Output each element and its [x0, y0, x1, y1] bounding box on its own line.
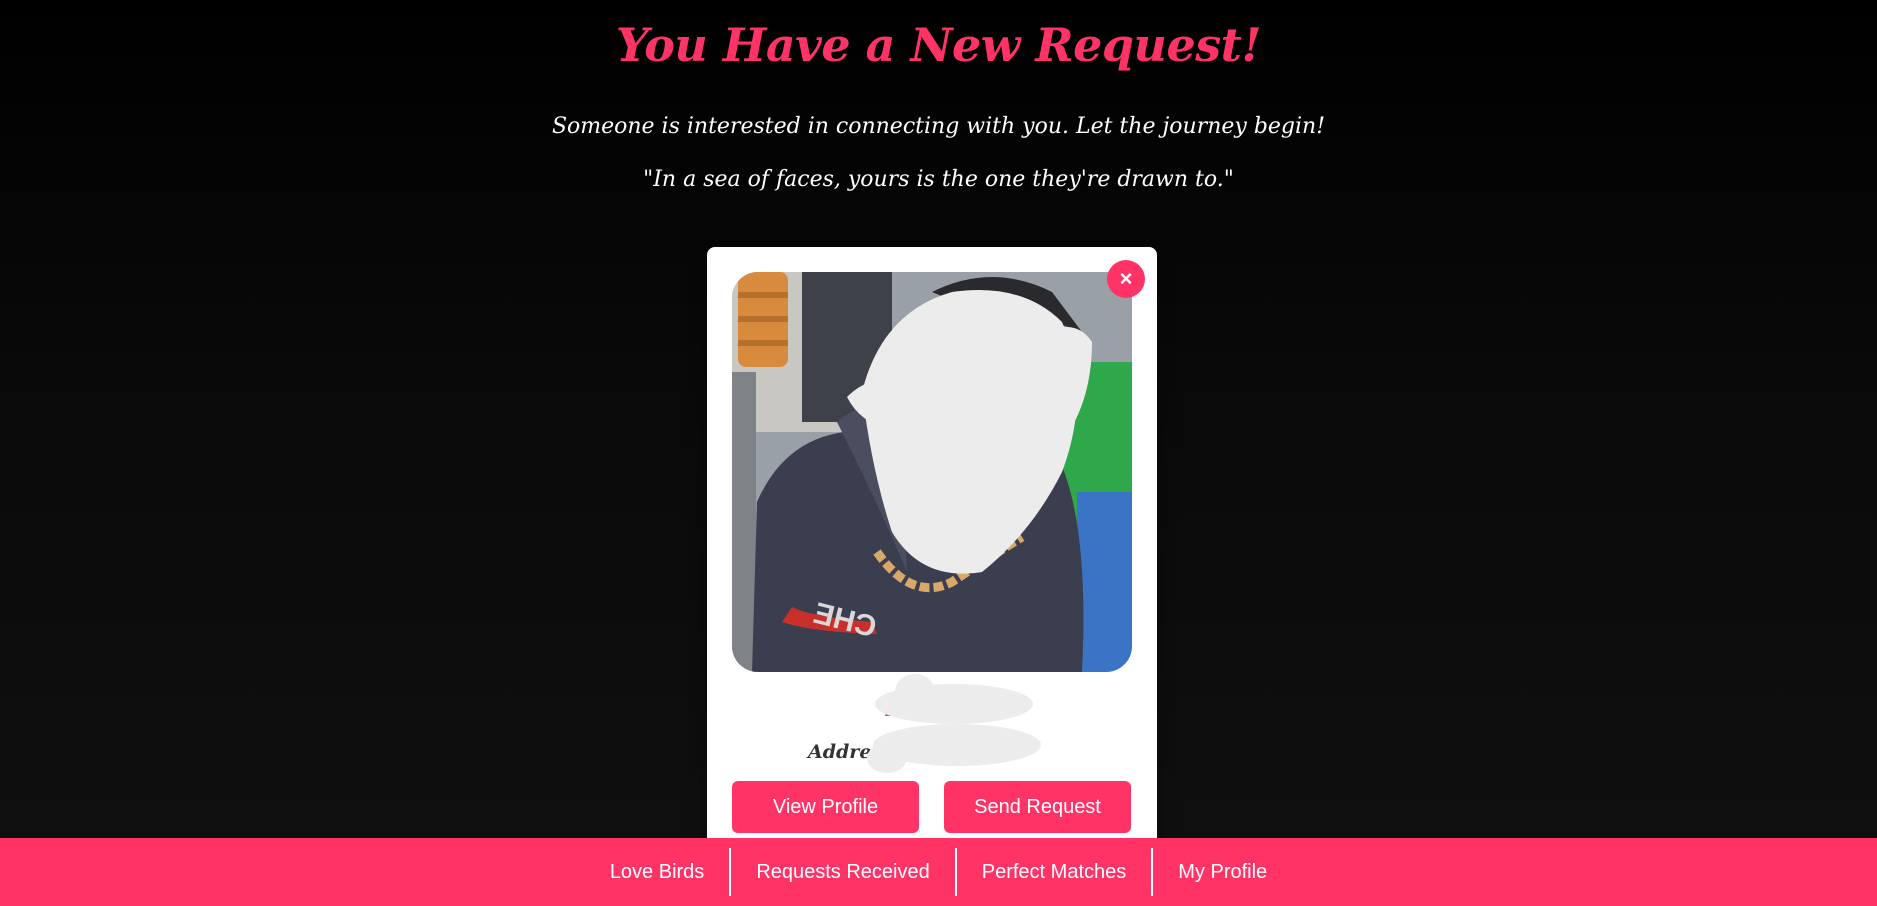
nav-item-love-birds[interactable]: Love Birds	[585, 849, 730, 895]
nav-item-requests-received[interactable]: Requests Received	[731, 849, 954, 895]
request-card: × ƎHƆ Lucky Address	[707, 247, 1157, 867]
page-subtitle: Someone is interested in connecting with…	[551, 114, 1326, 139]
close-icon: ×	[1119, 266, 1133, 291]
nav-item-my-profile[interactable]: My Profile	[1153, 849, 1292, 895]
page-quote: "In a sea of faces, yours is the one the…	[643, 167, 1234, 192]
send-request-button[interactable]: Send Request	[944, 781, 1131, 833]
close-button[interactable]: ×	[1107, 260, 1145, 298]
nav-item-perfect-matches[interactable]: Perfect Matches	[957, 849, 1152, 895]
view-profile-button[interactable]: View Profile	[732, 781, 919, 833]
profile-photo: ƎHƆ	[732, 272, 1132, 672]
name-redaction-tail	[895, 674, 935, 710]
page-title: You Have a New Request!	[615, 18, 1262, 72]
address-redaction-tail	[867, 743, 907, 773]
profile-photo-image: ƎHƆ	[732, 272, 1132, 672]
bottom-nav: Love Birds Requests Received Perfect Mat…	[0, 838, 1877, 906]
